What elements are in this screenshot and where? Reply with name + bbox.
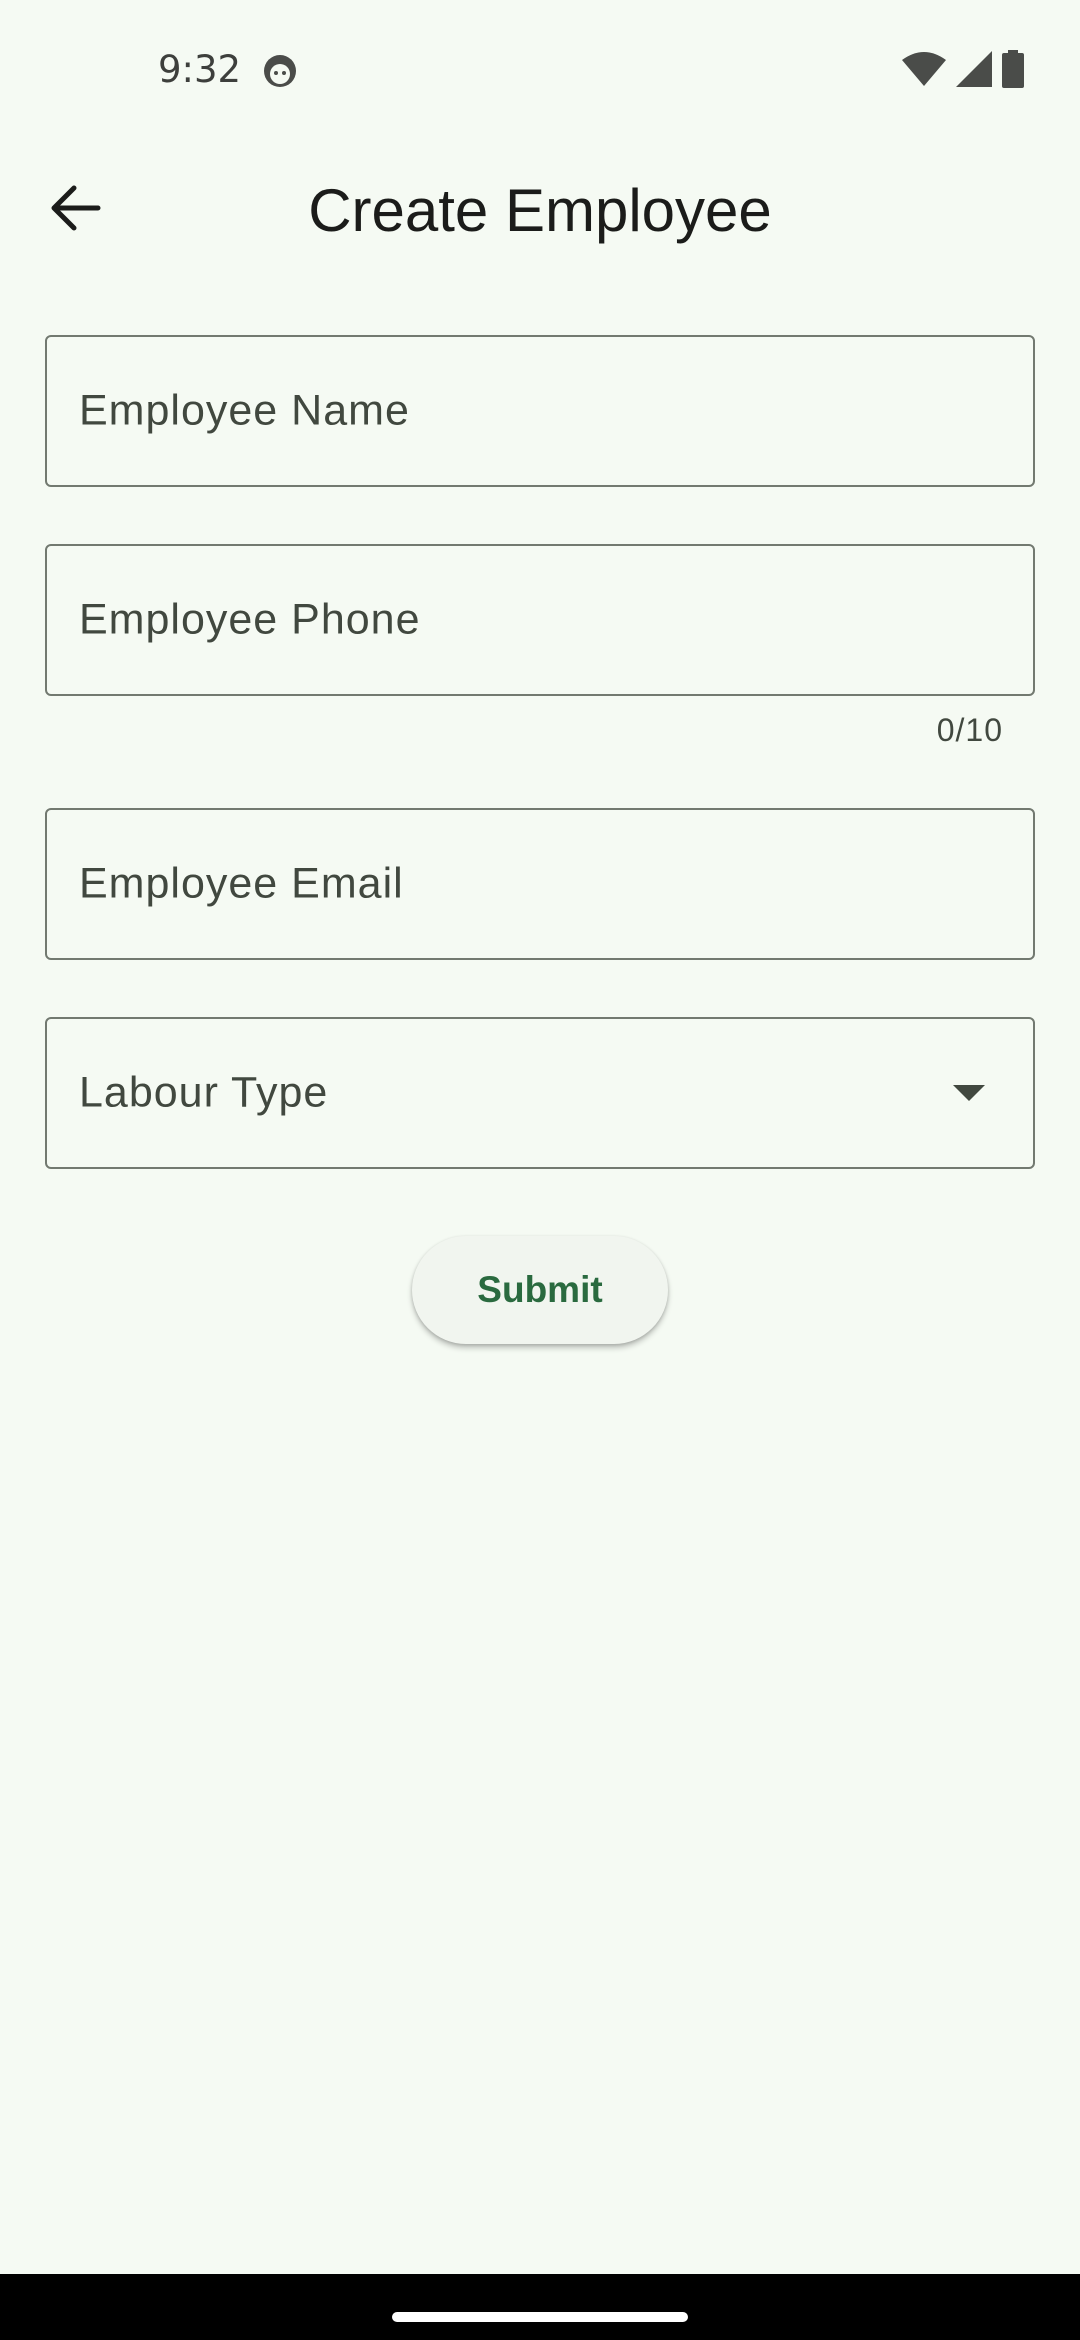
employee-email-input[interactable] <box>47 810 1033 958</box>
employee-name-field[interactable]: Employee Name <box>45 335 1035 487</box>
app-bar: Create Employee <box>0 140 1080 280</box>
employee-name-input[interactable] <box>47 337 1033 485</box>
face-icon <box>262 53 298 89</box>
submit-button[interactable]: Submit <box>412 1236 668 1344</box>
labour-type-dropdown[interactable]: Labour Type <box>45 1017 1035 1169</box>
employee-email-field[interactable]: Employee Email <box>45 808 1035 960</box>
signal-icon <box>956 50 992 92</box>
labour-type-label: Labour Type <box>79 1068 329 1117</box>
wifi-icon <box>902 51 946 91</box>
employee-phone-field[interactable]: Employee Phone <box>45 544 1035 696</box>
home-gesture-handle[interactable] <box>392 2312 688 2322</box>
page-title: Create Employee <box>308 177 772 244</box>
dropdown-arrow-icon <box>953 1085 985 1101</box>
phone-character-counter: 0/10 <box>936 712 1003 748</box>
status-time: 9:32 <box>158 48 242 91</box>
status-bar: 9:32 <box>0 0 1080 140</box>
navigation-bar <box>0 2274 1080 2340</box>
employee-phone-input[interactable] <box>47 546 1033 694</box>
status-icons <box>902 49 1024 93</box>
battery-icon <box>1002 49 1024 93</box>
